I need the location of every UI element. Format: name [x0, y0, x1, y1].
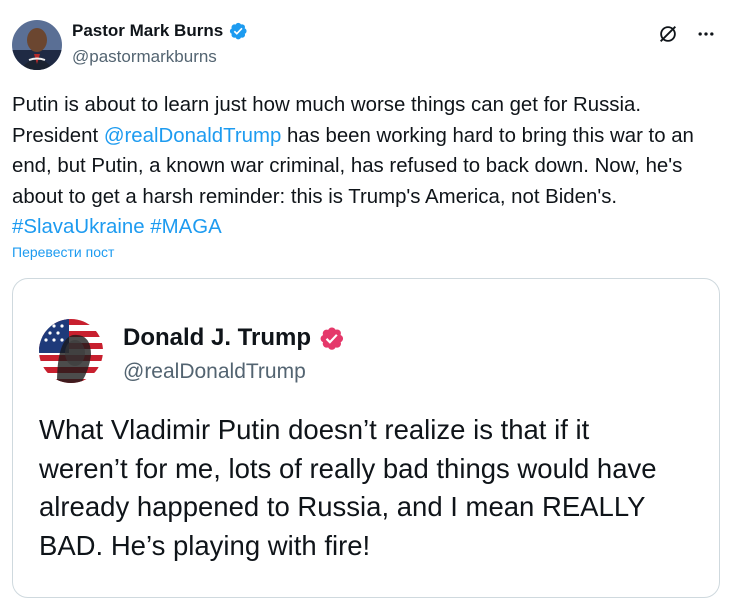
- tweet: Pastor Mark Burns @pastormarkburns Putin…: [0, 0, 730, 607]
- tweet-text: Putin is about to learn just how much wo…: [12, 90, 722, 243]
- author-name[interactable]: Pastor Mark Burns: [72, 21, 223, 41]
- author-avatar[interactable]: [12, 20, 62, 70]
- translate-post-link[interactable]: Перевести пост: [12, 244, 114, 260]
- truth-verified-icon: [318, 325, 345, 352]
- quoted-author-name: Donald J. Trump: [123, 324, 312, 351]
- hashtag-link[interactable]: #SlavaUkraine: [12, 216, 145, 238]
- author-handle[interactable]: @pastormarkburns: [72, 47, 217, 67]
- hashtag-link[interactable]: #MAGA: [150, 216, 221, 238]
- grok-icon[interactable]: [656, 22, 680, 46]
- quoted-author-handle: @realDonaldTrump: [123, 360, 306, 383]
- verified-badge-icon[interactable]: [228, 21, 248, 41]
- quoted-author-avatar: [39, 319, 103, 383]
- quoted-post-card[interactable]: Donald J. Trump @realDonaldTrump What Vl…: [12, 278, 720, 598]
- quoted-post-text: What Vladimir Putin doesn’t realize is t…: [39, 414, 657, 561]
- mention-link[interactable]: @realDonaldTrump: [104, 125, 281, 147]
- more-icon[interactable]: [694, 22, 718, 46]
